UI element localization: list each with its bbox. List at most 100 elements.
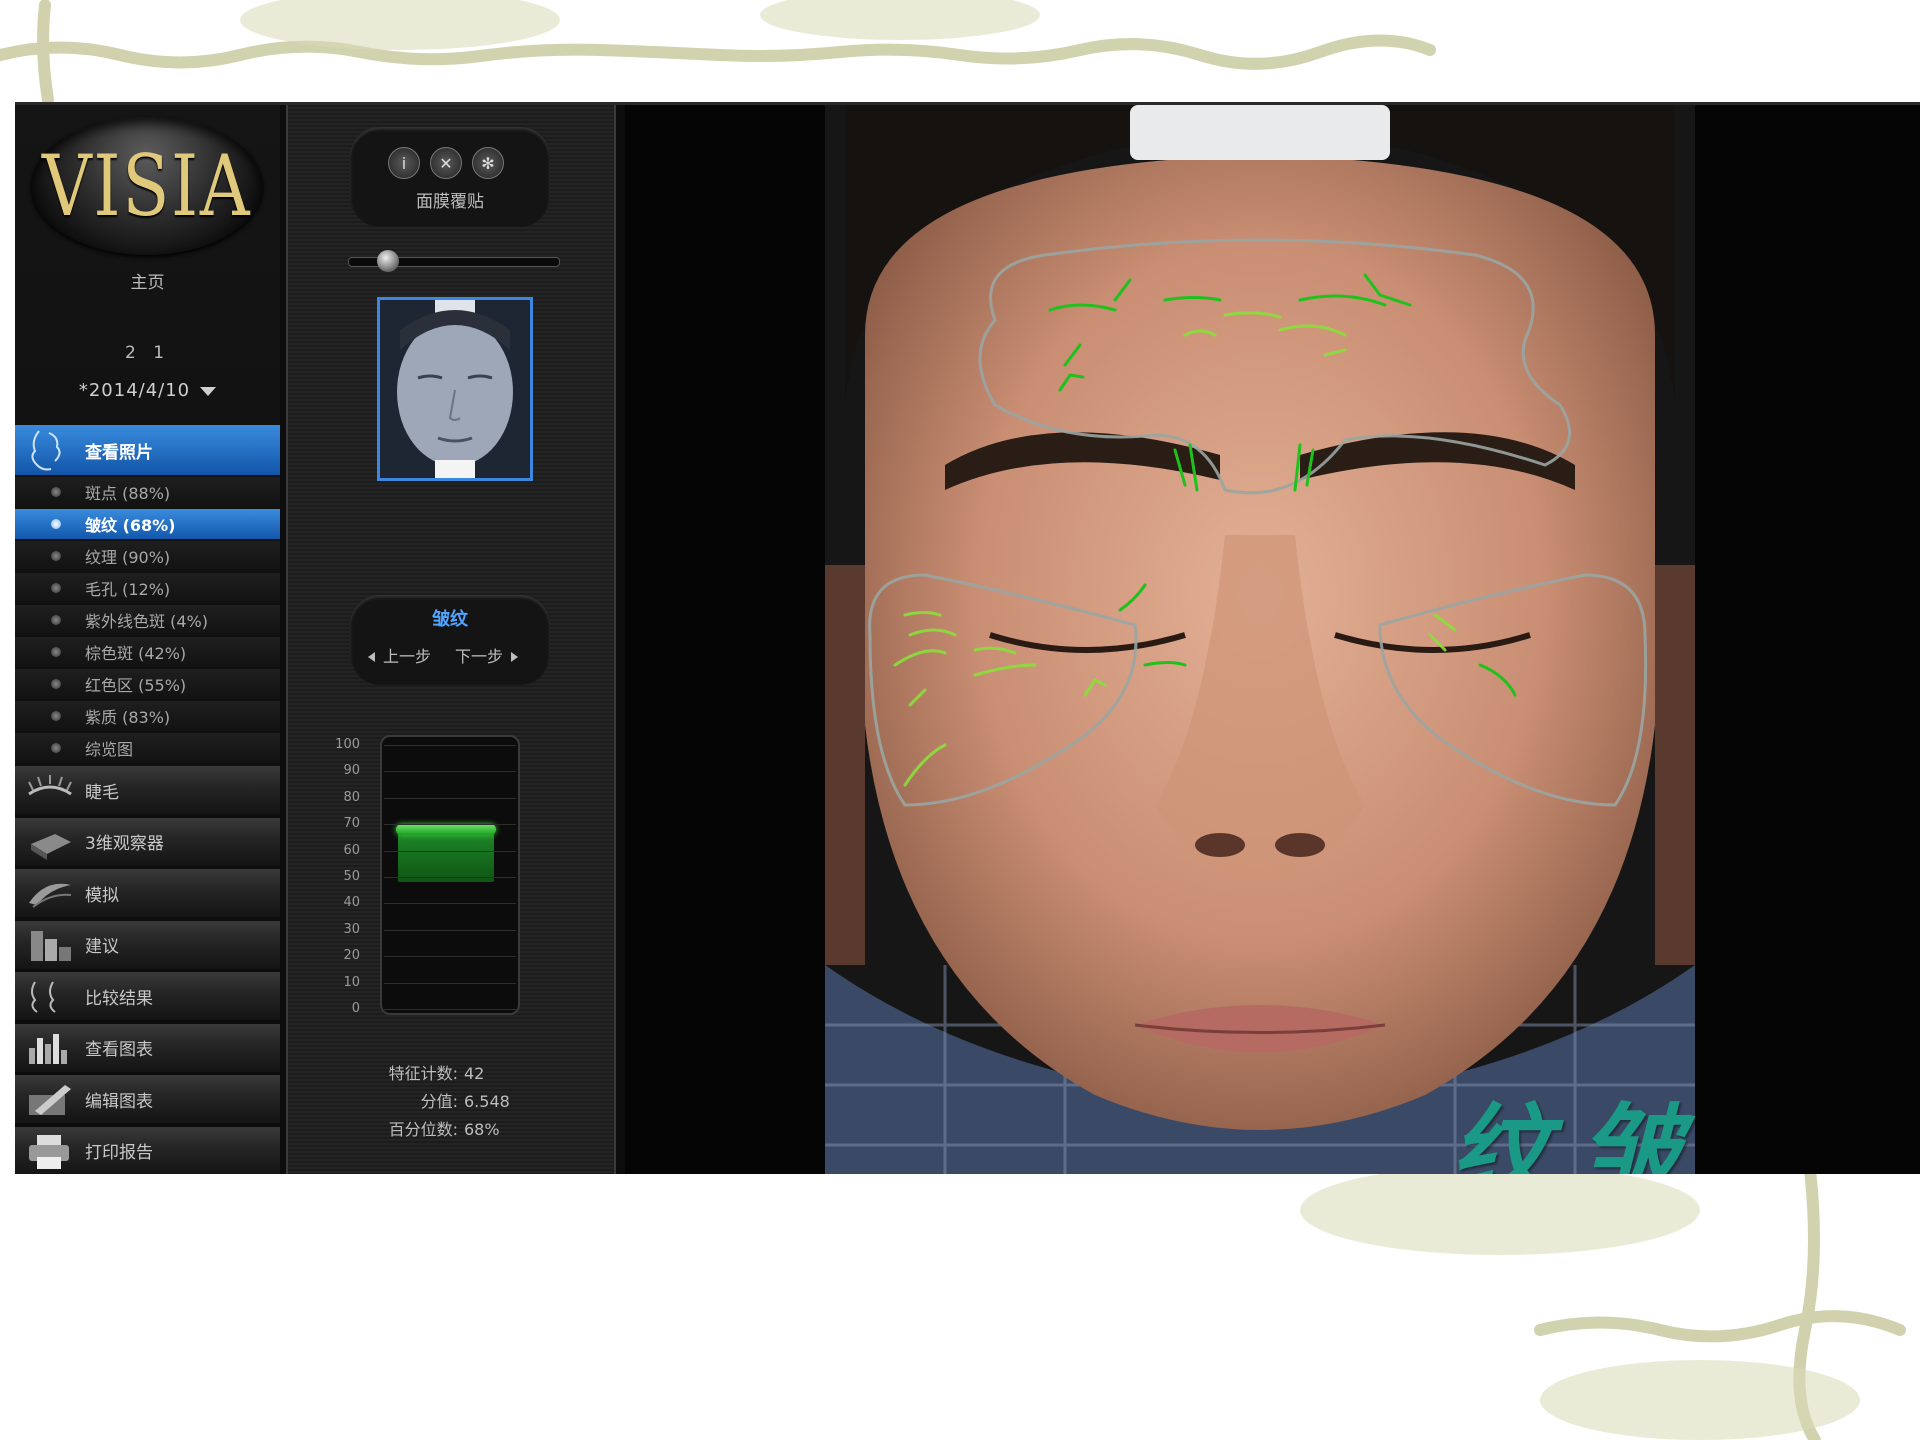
tool-label: 睫毛	[85, 782, 119, 803]
tool-3d-viewer-button[interactable]: 3维观察器	[15, 817, 280, 866]
view-photos-button[interactable]: 查看照片	[15, 425, 280, 475]
gauge-tick-label: 20	[343, 948, 360, 964]
analysis-list: 斑点 (88%) 皱纹 (68%) 纹理 (90%) 毛孔 (12%) 紫外线色斑 (4…	[15, 477, 280, 765]
radio-dot-icon	[51, 551, 61, 561]
tool-label: 编辑图表	[85, 1091, 153, 1112]
gauge-tick-label: 30	[343, 921, 360, 937]
gauge-tick-label: 0	[351, 1001, 360, 1016]
percentile-gauge: 100 90 80 70 60 50 40 30 20 10 0	[308, 725, 568, 1025]
previous-button[interactable]: 上一步	[368, 643, 431, 667]
gauge-gridline	[384, 850, 516, 852]
eyelash-icon	[28, 775, 72, 796]
gauge-tick-label: 80	[343, 789, 360, 805]
radio-dot-icon	[51, 583, 61, 593]
zoom-slider[interactable]	[348, 250, 560, 272]
gauge-gridline	[384, 1009, 516, 1010]
nav-title: 皱纹	[432, 609, 468, 630]
analysis-item[interactable]: 棕色斑 (42%)	[15, 637, 280, 667]
radio-dot-icon	[51, 711, 61, 721]
zoom-slider-knob[interactable]	[377, 250, 400, 272]
analysis-item-label: 斑点 (88%)	[85, 484, 171, 503]
analysis-item[interactable]: 斑点 (88%)	[15, 477, 280, 507]
tool-label: 比较结果	[85, 988, 153, 1009]
home-label[interactable]: 主页	[15, 268, 280, 293]
next-button[interactable]: 下一步	[455, 643, 519, 667]
previous-label: 上一步	[383, 647, 432, 666]
date-dropdown[interactable]: *2014/4/10	[15, 380, 280, 401]
stat-value: 6.548	[464, 1092, 510, 1111]
gauge-gridline	[384, 903, 516, 905]
analysis-item[interactable]: 红色区 (55%)	[15, 669, 280, 699]
face-image-view[interactable]: 纹皱	[625, 105, 1920, 1174]
suggestion-icon	[31, 930, 71, 961]
tool-suggestion-button[interactable]: 建议	[15, 920, 280, 969]
gauge-gridline	[384, 745, 516, 746]
stat-label: 百分位数:	[388, 1120, 458, 1139]
gauge-bar	[398, 829, 494, 883]
tool-list: 睫毛 3维观察器模拟建议比较结果查看图表编辑图表打印报告	[15, 766, 280, 1174]
close-icon[interactable]: ✕	[430, 147, 462, 179]
face-thumbnail-image	[380, 300, 530, 478]
analysis-item[interactable]: 紫质 (83%)	[15, 701, 280, 731]
tool-eyelash-button[interactable]: 睫毛	[15, 766, 280, 814]
radio-dot-icon	[51, 743, 61, 753]
stat-label: 特征计数:	[388, 1064, 458, 1083]
stat-label: 分值:	[420, 1092, 458, 1111]
tool-label: 模拟	[85, 885, 119, 906]
next-label: 下一步	[455, 647, 504, 666]
analysis-item[interactable]: 综览图	[15, 733, 280, 763]
analysis-item[interactable]: 毛孔 (12%)	[15, 573, 280, 603]
gauge-gridline	[384, 797, 516, 799]
analysis-item[interactable]: 紫外线色斑 (4%)	[15, 605, 280, 635]
tool-compare-button[interactable]: 比较结果	[15, 972, 280, 1020]
radio-dot-icon	[51, 487, 61, 497]
gauge-level-cap	[396, 824, 496, 836]
date-value: *2014/4/10	[78, 380, 191, 401]
simulation-icon	[29, 883, 72, 908]
analysis-item-label: 纹理 (90%)	[85, 548, 171, 567]
face-thumbnail[interactable]	[377, 297, 533, 481]
tool-label: 打印报告	[85, 1143, 153, 1163]
radio-dot-icon	[51, 519, 61, 529]
compare-icon	[31, 981, 56, 1013]
gauge-gridline	[384, 877, 516, 878]
info-icon[interactable]: i	[388, 147, 420, 179]
visia-app-window: VISIA 主页 2 1 *2014/4/10 查看照片 斑点 (88%) 皱纹 …	[15, 102, 1920, 1174]
analysis-item-label: 毛孔 (12%)	[85, 580, 171, 599]
analysis-item[interactable]: 皱纹 (68%)	[15, 509, 280, 539]
tool-chart-button[interactable]: 查看图表	[15, 1023, 280, 1072]
tool-edit-chart-button[interactable]: 编辑图表	[15, 1075, 280, 1123]
analysis-item-label: 综览图	[85, 740, 134, 759]
3d-viewer-icon	[31, 833, 71, 860]
visia-logo[interactable]: VISIA	[31, 117, 263, 255]
sidebar: VISIA 主页 2 1 *2014/4/10 查看照片 斑点 (88%) 皱纹 …	[15, 105, 280, 1174]
gauge-tick-label: 60	[343, 842, 360, 858]
chart-icon	[29, 1033, 67, 1064]
face-photo	[825, 105, 1695, 1174]
tool-simulation-button[interactable]: 模拟	[15, 869, 280, 917]
tool-printer-button[interactable]: 打印报告	[15, 1126, 280, 1174]
stat-row: 特征计数: 42	[288, 1060, 588, 1084]
overlay-control: i ✕ ✻ 面膜覆贴	[350, 127, 550, 227]
analysis-item-label: 棕色斑 (42%)	[85, 644, 187, 663]
radio-dot-icon	[51, 615, 61, 625]
gauge-tick-label: 50	[343, 869, 360, 884]
analysis-panel: i ✕ ✻ 面膜覆贴 皱纹 上一步 下一步 100 90 80 70 60 50…	[286, 105, 616, 1174]
gauge-tick-label: 90	[343, 763, 360, 779]
tool-label: 3维观察器	[85, 834, 164, 854]
edit-chart-icon	[29, 1085, 71, 1115]
settings-icon[interactable]: ✻	[472, 147, 504, 179]
gauge-tick-label: 10	[343, 974, 360, 990]
radio-dot-icon	[51, 647, 61, 657]
gauge-gridline	[384, 771, 516, 773]
analysis-item-label: 红色区 (55%)	[85, 676, 187, 695]
gauge-tick-label: 40	[343, 895, 360, 911]
stat-row: 百分位数: 68%	[288, 1116, 588, 1140]
radio-dot-icon	[51, 679, 61, 689]
patient-number: 2 1	[124, 343, 171, 363]
tool-label: 查看图表	[85, 1040, 153, 1060]
overlay-text: 纹皱	[1450, 1092, 1710, 1174]
face-profile-icon	[31, 430, 61, 471]
printer-icon	[29, 1134, 69, 1169]
analysis-item[interactable]: 纹理 (90%)	[15, 541, 280, 571]
